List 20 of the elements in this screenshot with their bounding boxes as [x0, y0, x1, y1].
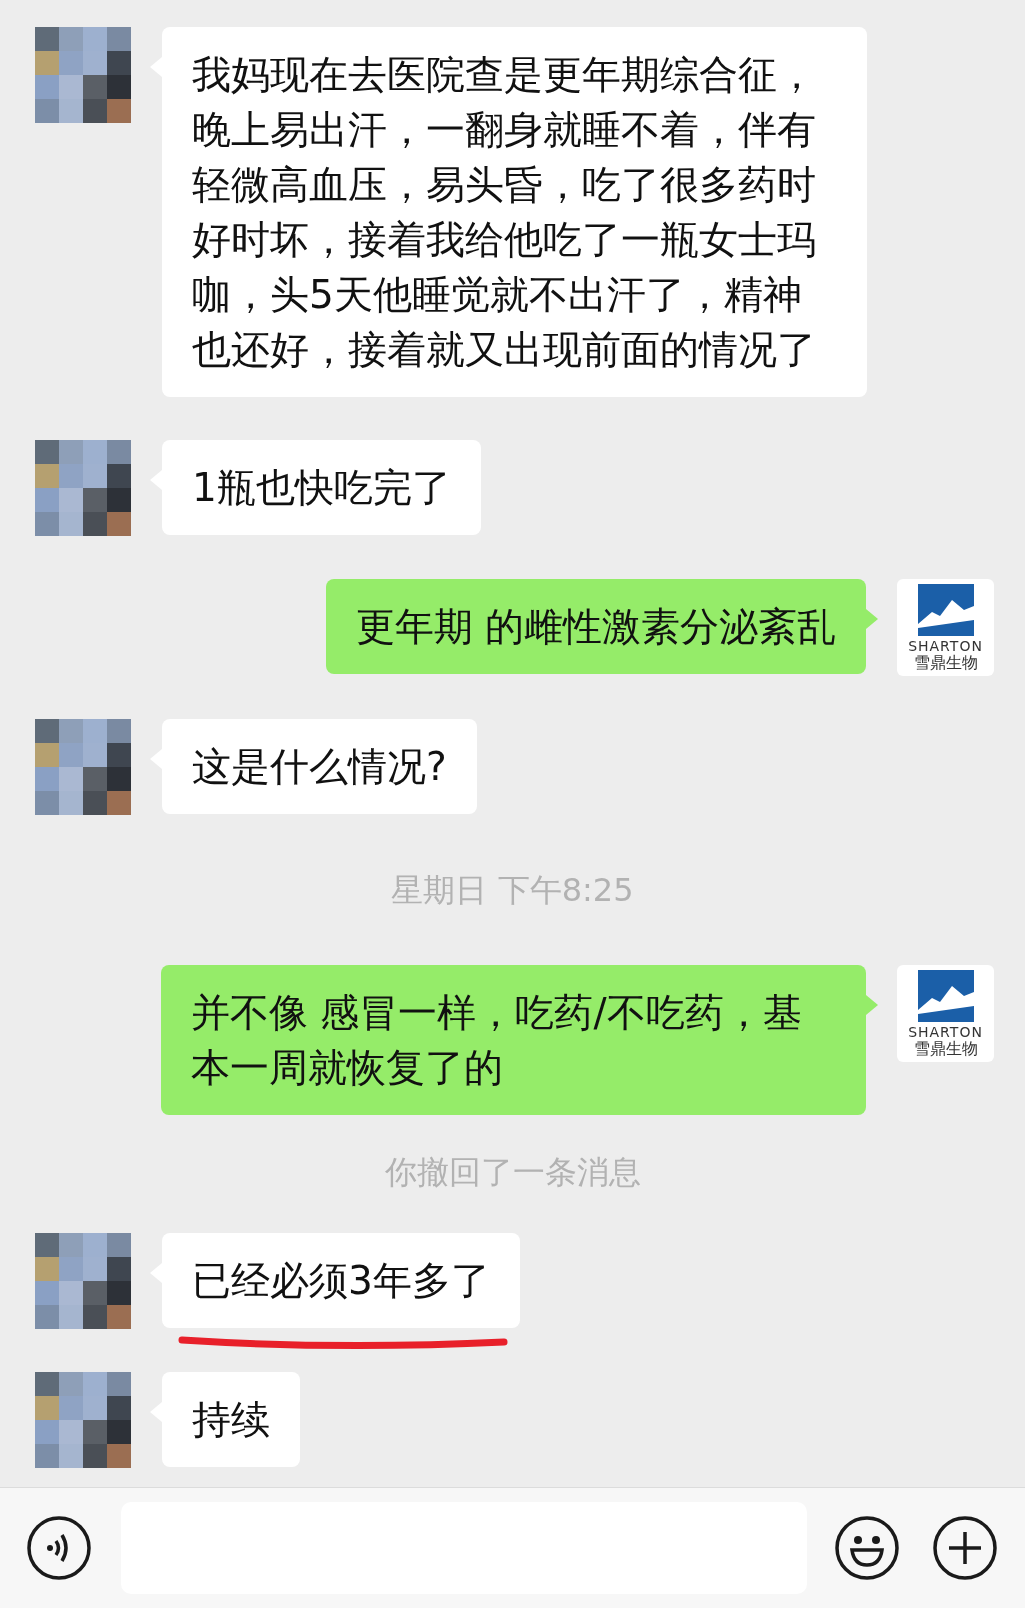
brand-name: SHARTON — [908, 1024, 983, 1040]
voice-icon[interactable] — [26, 1515, 92, 1581]
mountain-logo-icon — [917, 584, 974, 636]
brand-name-chinese: 雪鼎生物 — [913, 1040, 978, 1058]
brand-name-chinese: 雪鼎生物 — [913, 654, 978, 672]
bubble-tail — [866, 995, 878, 1015]
bubble-tail — [866, 609, 878, 629]
pixelated-avatar[interactable] — [35, 27, 131, 123]
pixelated-avatar[interactable] — [35, 719, 131, 815]
pixelated-avatar[interactable] — [35, 1372, 131, 1468]
pixelated-avatar[interactable] — [35, 1233, 131, 1329]
brand-avatar[interactable]: SHARTON 雪鼎生物 — [897, 579, 994, 676]
plus-icon[interactable] — [932, 1515, 998, 1581]
brand-avatar[interactable]: SHARTON 雪鼎生物 — [897, 965, 994, 1062]
timestamp: 星期日 下午8:25 — [391, 870, 634, 911]
emoji-icon[interactable] — [834, 1515, 900, 1581]
brand-name: SHARTON — [908, 638, 983, 654]
system-notice: 你撤回了一条消息 — [384, 1152, 641, 1193]
pixelated-avatar[interactable] — [35, 440, 131, 536]
mountain-logo-icon — [917, 970, 974, 1022]
